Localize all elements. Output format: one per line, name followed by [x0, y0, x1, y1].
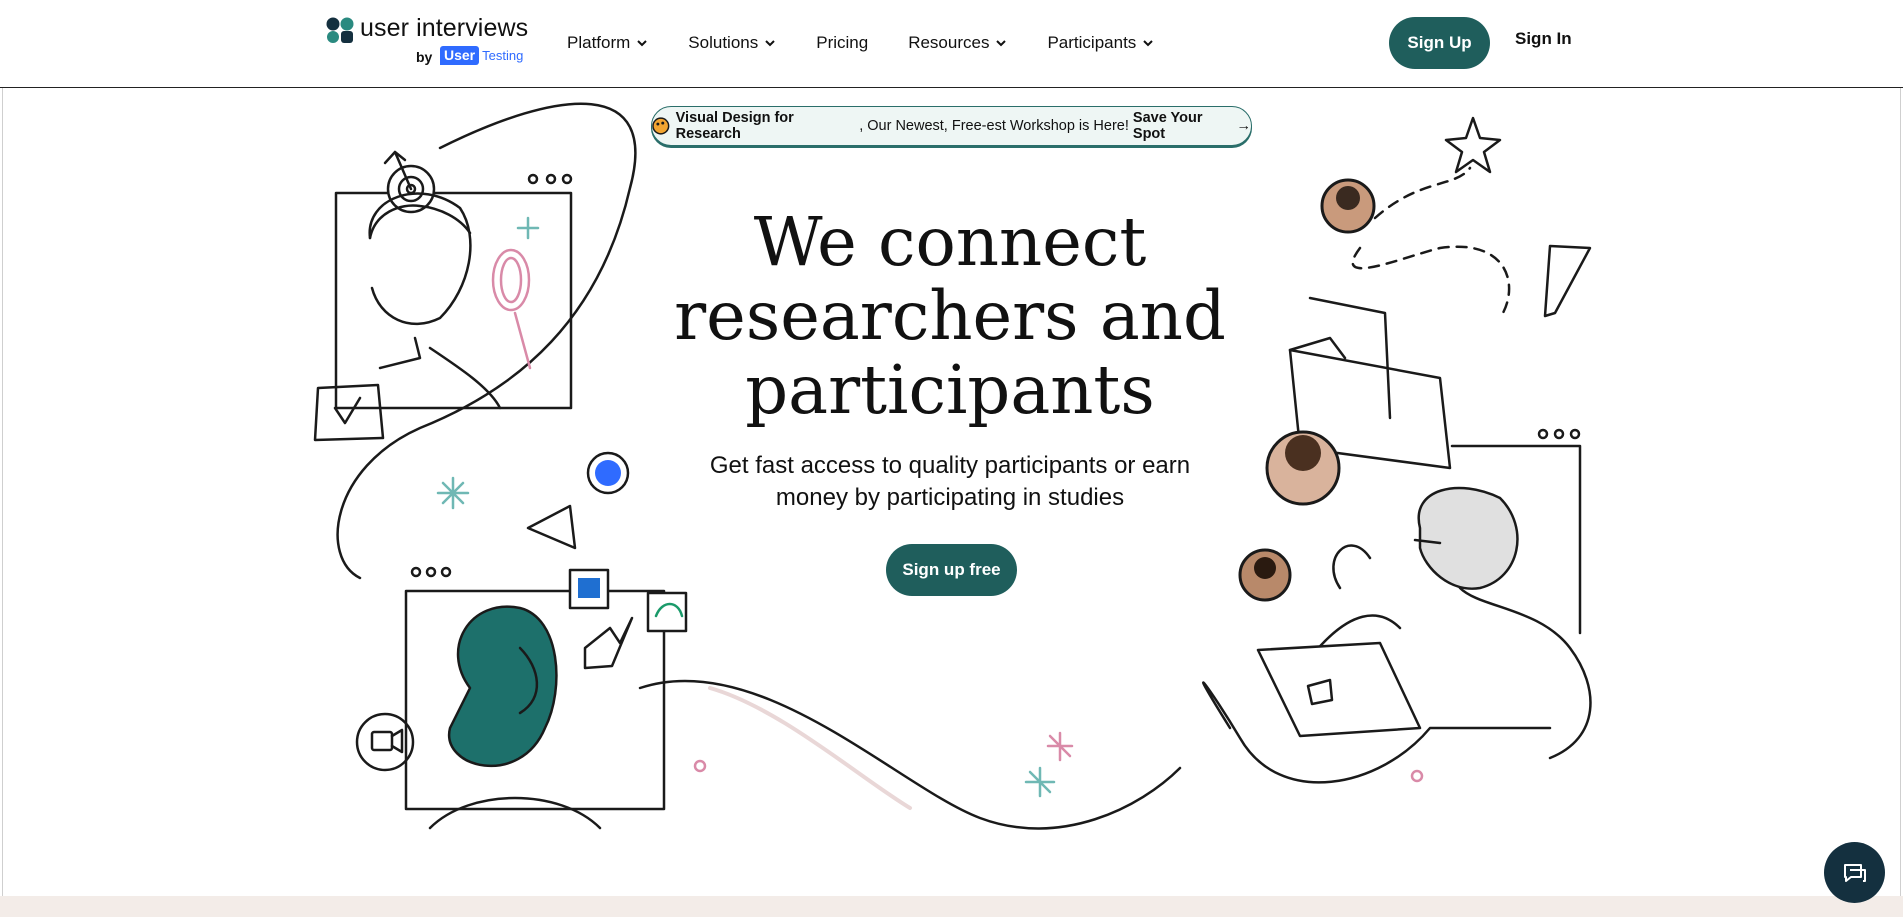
signup-button[interactable]: Sign Up	[1389, 17, 1490, 69]
hero-title-line: participants	[745, 351, 1155, 429]
chevron-down-icon	[637, 40, 648, 47]
logo-text: user interviews	[360, 14, 529, 42]
usertesting-user: User	[440, 46, 480, 65]
chat-launcher-button[interactable]	[1824, 842, 1885, 903]
hero-title: We connect researchers and participants	[620, 205, 1280, 427]
banner-text: , Our Newest, Free-est Workshop is Here!	[859, 118, 1133, 134]
chat-bubble-icon	[1843, 863, 1866, 882]
signup-free-button[interactable]: Sign up free	[886, 544, 1017, 596]
banner-lead: Visual Design for Research	[675, 110, 794, 142]
chevron-down-icon	[765, 40, 775, 47]
hero-title-line: We connect	[753, 203, 1147, 281]
palette-icon	[652, 117, 670, 135]
chevron-down-icon	[996, 40, 1007, 47]
nav-item-label: Resources	[908, 33, 990, 52]
announcement-banner[interactable]: Visual Design for Research , Our Newest,…	[651, 106, 1252, 146]
nav-item-label: Participants	[1047, 33, 1137, 52]
nav-item-participants[interactable]: Participants	[1047, 28, 1154, 58]
nav-item-label: Pricing	[816, 33, 869, 52]
nav-item-resources[interactable]: Resources	[908, 28, 1007, 58]
nav-item-pricing[interactable]: Pricing	[816, 28, 868, 58]
site-header: user interviews by User Testing Platform…	[0, 0, 1903, 88]
chevron-down-icon	[1143, 40, 1154, 47]
usertesting-testing: Testing	[482, 48, 524, 63]
hero-subtitle: Get fast access to quality participants …	[660, 450, 1240, 514]
banner-cta[interactable]: Save Your Spot	[1133, 110, 1237, 142]
hero-subtitle-line: Get fast access to quality participants …	[709, 452, 1191, 479]
signin-link[interactable]: Sign In	[1515, 29, 1572, 49]
hero-title-line: researchers and	[674, 277, 1226, 355]
nav-item-label: Solutions	[688, 33, 759, 52]
nav-item-label: Platform	[567, 33, 631, 52]
arrow-right-icon: →	[1236, 118, 1252, 134]
main-nav: Platform Solutions Pricing Resources Par…	[567, 28, 1194, 58]
nav-item-solutions[interactable]: Solutions	[688, 28, 776, 58]
logo[interactable]: user interviews by User Testing	[326, 14, 536, 70]
usertesting-badge: User Testing	[440, 46, 523, 65]
logo-mark-icon	[326, 17, 354, 43]
next-section-strip	[0, 896, 1903, 917]
logo-by: by	[416, 49, 433, 65]
hero-subtitle-line: money by participating in studies	[775, 484, 1125, 511]
nav-item-platform[interactable]: Platform	[567, 28, 648, 58]
